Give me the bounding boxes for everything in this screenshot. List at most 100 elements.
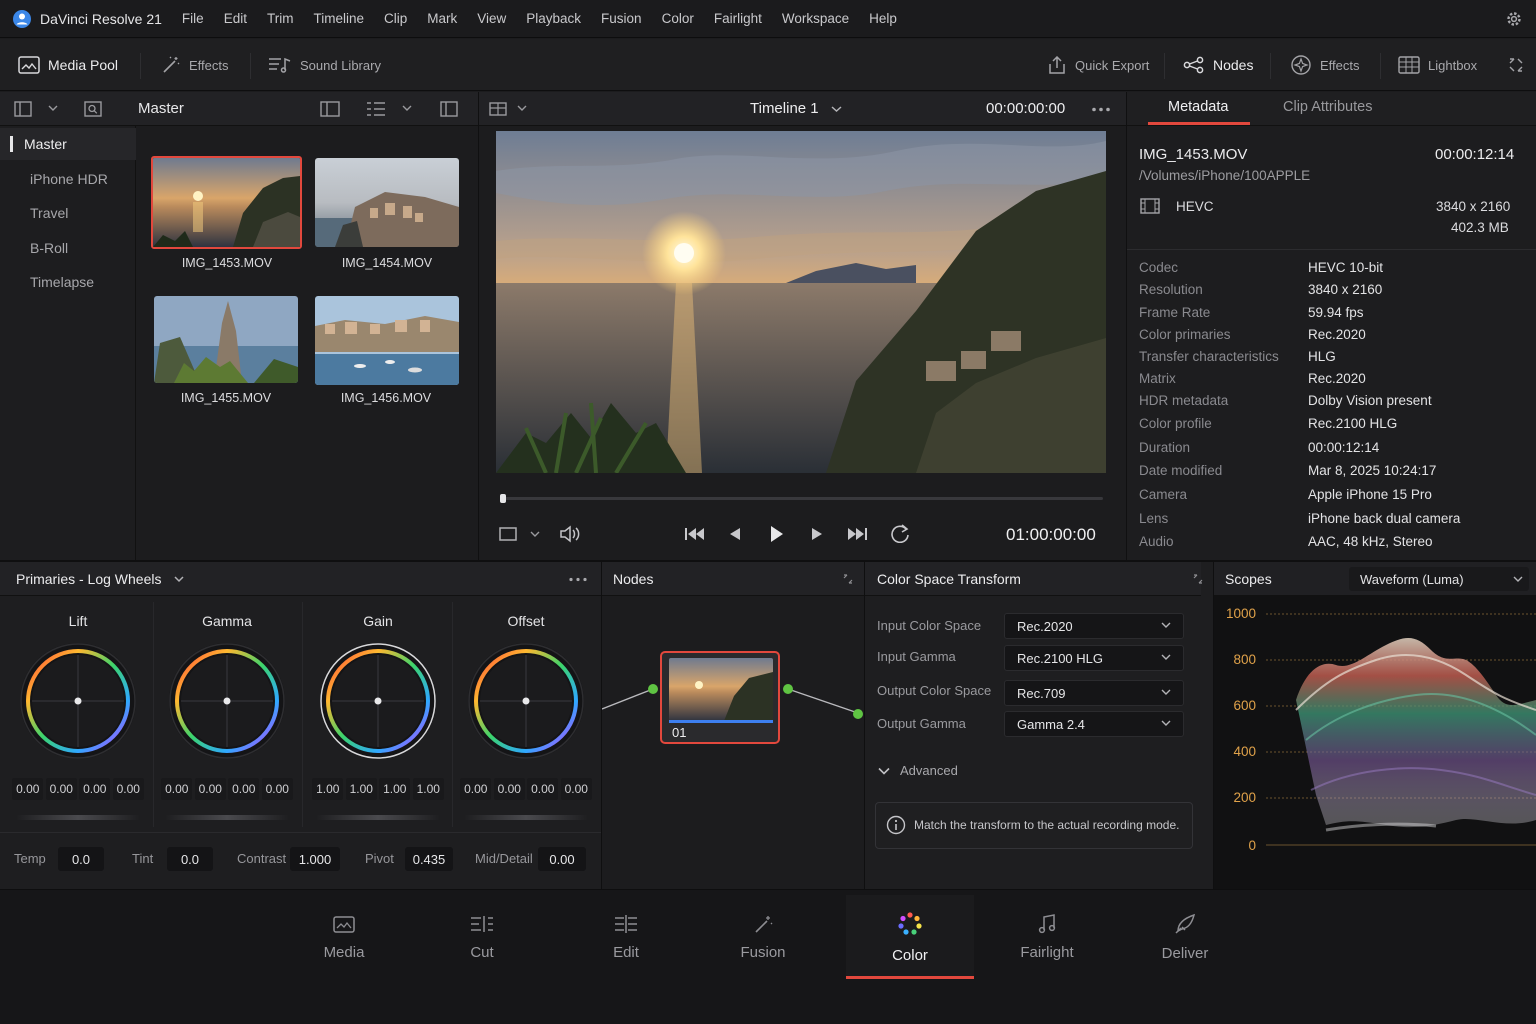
corrector-node-01[interactable]: 01 [660, 651, 780, 744]
go-to-start-icon[interactable] [684, 526, 706, 542]
video-frame[interactable] [496, 131, 1106, 473]
param-value-field[interactable]: 0.00 [538, 847, 586, 871]
input-color-space-select[interactable]: Rec.2020 [1004, 613, 1184, 639]
menu-mark[interactable]: Mark [427, 11, 457, 26]
more-options-icon[interactable] [568, 577, 588, 582]
menu-fusion[interactable]: Fusion [601, 11, 642, 26]
bin-iphone-hdr[interactable]: iPhone HDR [0, 163, 136, 195]
step-forward-icon[interactable] [810, 526, 824, 542]
expand-panels-icon[interactable] [1508, 57, 1524, 73]
media-pool-button[interactable]: Media Pool [18, 39, 118, 91]
clip-thumbnail-img-1454[interactable] [315, 158, 459, 247]
param-value-field[interactable]: 0.0 [167, 847, 213, 871]
menu-help[interactable]: Help [869, 11, 897, 26]
clip-thumbnail-img-1455[interactable] [154, 296, 298, 383]
metadata-view-icon[interactable] [320, 101, 340, 117]
page-tab-edit[interactable]: Edit [562, 895, 690, 979]
viewer-layout-icon[interactable] [489, 101, 507, 117]
wheel-value-field[interactable]: 1.00 [379, 778, 411, 800]
menu-color[interactable]: Color [662, 11, 694, 26]
chevron-down-icon[interactable] [517, 104, 527, 112]
menu-edit[interactable]: Edit [224, 11, 247, 26]
loop-icon[interactable] [889, 523, 911, 543]
bin-travel[interactable]: Travel [0, 197, 136, 229]
scope-mode-select[interactable]: Waveform (Luma) [1349, 567, 1529, 591]
wheel-value-field[interactable]: 0.00 [261, 778, 293, 800]
nodes-toggle-button[interactable]: Nodes [1183, 39, 1253, 91]
bin-master[interactable]: Master [0, 128, 136, 160]
wheel-value-field[interactable]: 1.00 [345, 778, 377, 800]
wheel-value-field[interactable]: 0.00 [161, 778, 193, 800]
wheel-value-field[interactable]: 0.00 [493, 778, 525, 800]
menu-workspace[interactable]: Workspace [782, 11, 849, 26]
color-wheel-gamma[interactable] [167, 641, 287, 761]
settings-gear-icon[interactable] [1505, 10, 1523, 28]
menu-file[interactable]: File [182, 11, 204, 26]
menu-timeline[interactable]: Timeline [313, 11, 364, 26]
page-tab-media[interactable]: Media [280, 895, 408, 979]
app-logo-icon[interactable] [12, 9, 32, 29]
color-wheel-gain[interactable] [318, 641, 438, 761]
wheel-value-field[interactable]: 0.00 [560, 778, 592, 800]
menu-fairlight[interactable]: Fairlight [714, 11, 762, 26]
color-wheel-lift[interactable] [18, 641, 138, 761]
master-wheel-slider[interactable] [165, 815, 289, 820]
bin-b-roll[interactable]: B-Roll [0, 232, 136, 264]
sound-library-button[interactable]: Sound Library [268, 39, 381, 91]
clip-thumbnail-img-1453[interactable] [151, 156, 302, 249]
chevron-down-icon[interactable] [530, 530, 540, 538]
page-tab-fairlight[interactable]: Fairlight [983, 895, 1111, 979]
search-bin-icon[interactable] [84, 100, 102, 118]
sidebar-toggle-icon[interactable] [14, 101, 32, 117]
wheel-value-field[interactable]: 0.00 [45, 778, 77, 800]
menu-trim[interactable]: Trim [267, 11, 294, 26]
menu-playback[interactable]: Playback [526, 11, 581, 26]
expand-icon[interactable] [843, 574, 853, 584]
output-gamma-select[interactable]: Gamma 2.4 [1004, 711, 1184, 737]
page-tab-fusion[interactable]: Fusion [699, 895, 827, 979]
master-wheel-slider[interactable] [464, 815, 588, 820]
param-value-field[interactable]: 0.0 [58, 847, 104, 871]
wheel-value-field[interactable]: 0.00 [228, 778, 260, 800]
timeline-selector[interactable]: Timeline 1 [750, 100, 842, 117]
aspect-ratio-icon[interactable] [499, 526, 517, 542]
list-view-icon[interactable] [366, 101, 386, 117]
advanced-toggle[interactable]: Advanced [878, 763, 958, 778]
wheel-value-field[interactable]: 0.00 [527, 778, 559, 800]
clip-thumbnail-img-1456[interactable] [315, 296, 459, 385]
wheel-value-field[interactable]: 1.00 [312, 778, 344, 800]
scrubber-track[interactable] [501, 497, 1103, 500]
wheel-value-field[interactable]: 0.00 [112, 778, 144, 800]
chevron-down-icon[interactable] [48, 104, 58, 112]
master-wheel-slider[interactable] [16, 815, 140, 820]
tab-clip-attributes[interactable]: Clip Attributes [1283, 99, 1372, 115]
primaries-mode-selector[interactable]: Primaries - Log Wheels [16, 571, 184, 587]
expand-icon[interactable] [1193, 574, 1203, 584]
output-color-space-select[interactable]: Rec.709 [1004, 680, 1184, 706]
color-wheel-offset[interactable] [466, 641, 586, 761]
wheel-value-field[interactable]: 1.00 [412, 778, 444, 800]
page-tab-color[interactable]: Color [846, 895, 974, 979]
chevron-down-icon[interactable] [402, 104, 412, 112]
scrubber-playhead[interactable] [500, 494, 506, 503]
tab-metadata[interactable]: Metadata [1168, 99, 1228, 115]
quick-export-button[interactable]: Quick Export [1047, 39, 1149, 91]
wheel-value-field[interactable]: 0.00 [194, 778, 226, 800]
node-input-port[interactable] [648, 684, 658, 694]
wheel-value-field[interactable]: 0.00 [12, 778, 44, 800]
wheel-value-field[interactable]: 0.00 [460, 778, 492, 800]
go-to-end-icon[interactable] [846, 526, 868, 542]
menu-view[interactable]: View [477, 11, 506, 26]
input-gamma-select[interactable]: Rec.2100 HLG [1004, 645, 1184, 671]
page-tab-deliver[interactable]: Deliver [1121, 895, 1249, 979]
effects-right-button[interactable]: Effects [1290, 39, 1360, 91]
wheel-value-field[interactable]: 0.00 [79, 778, 111, 800]
param-value-field[interactable]: 0.435 [405, 847, 453, 871]
lightbox-button[interactable]: Lightbox [1398, 39, 1477, 91]
inspector-toggle-icon[interactable] [440, 101, 458, 117]
menu-clip[interactable]: Clip [384, 11, 407, 26]
param-value-field[interactable]: 1.000 [290, 847, 340, 871]
volume-icon[interactable] [559, 524, 581, 544]
play-icon[interactable] [769, 524, 785, 544]
effects-left-button[interactable]: Effects [161, 39, 229, 91]
